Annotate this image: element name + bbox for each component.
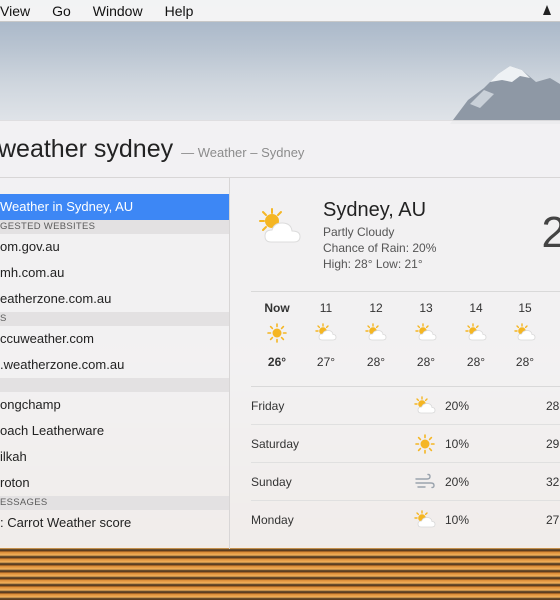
search-bar[interactable]: weather sydney — Weather – Sydney — [0, 121, 560, 178]
day-high-temp: 27 — [546, 513, 560, 527]
hour-label: 14 — [469, 301, 483, 315]
daily-row: Friday 20% 28 — [251, 387, 560, 425]
hour-label: 11 — [319, 301, 333, 315]
hour-temp: 27° — [316, 355, 336, 369]
day-rain-chance: 10% — [445, 437, 470, 451]
condition-text: Partly Cloudy — [323, 225, 395, 239]
chance-of-rain: Chance of Rain: 20% — [323, 241, 437, 255]
hour-label: 12 — [369, 301, 383, 315]
menu-window[interactable]: Window — [82, 0, 154, 22]
partly-cloudy-icon — [415, 323, 437, 341]
result-item[interactable]: : Carrot Weather score — [0, 510, 229, 536]
weather-preview: Sydney, AU Partly Cloudy Chance of Rain:… — [231, 178, 560, 549]
day-high-temp: 32 — [546, 475, 560, 489]
hour-label: 15 — [518, 301, 532, 315]
hourly-column: 14 28° — [456, 292, 496, 369]
hour-label: 13 — [419, 301, 433, 315]
spotlight-window: weather sydney — Weather – Sydney Weathe… — [0, 120, 560, 549]
hour-label: Now — [264, 301, 290, 315]
menu-help[interactable]: Help — [154, 0, 205, 22]
search-completion-hint: — Weather – Sydney — [181, 145, 305, 160]
menu-extra-icon[interactable] — [542, 4, 552, 16]
daily-forecast: Friday 20% 28 Saturday 10% 29 Sunday 20%… — [251, 387, 560, 539]
partly-cloudy-icon — [315, 323, 337, 341]
sun-icon — [415, 434, 435, 454]
partly-cloudy-icon — [259, 208, 301, 243]
daily-row: Sunday 20% 32 — [251, 463, 560, 501]
result-item[interactable]: om.gov.au — [0, 234, 229, 260]
day-name: Sunday — [251, 475, 292, 489]
result-item[interactable]: eatherzone.com.au — [0, 286, 229, 312]
results-list: Weather in Sydney, AU GESTED WEBSITES om… — [0, 178, 230, 549]
hourly-column: Now 26° — [257, 292, 297, 369]
windy-icon — [415, 473, 435, 489]
partly-cloudy-icon — [465, 323, 487, 341]
result-item[interactable]: ccuweather.com — [0, 326, 229, 352]
section-header-bookmarks: S — [0, 312, 229, 326]
day-name: Monday — [251, 513, 294, 527]
section-header-messages: ESSAGES — [0, 496, 229, 510]
hourly-column: 11 27° — [306, 292, 346, 369]
partly-cloudy-icon — [414, 510, 436, 528]
hourly-column: 12 28° — [356, 292, 396, 369]
current-temperature: 2 — [541, 208, 560, 257]
menu-bar: View Go Window Help — [0, 0, 560, 22]
result-item[interactable]: roton — [0, 470, 229, 496]
high-low: High: 28° Low: 21° — [323, 257, 423, 271]
lake-reflection — [0, 545, 560, 600]
menu-view[interactable]: View — [0, 0, 41, 22]
daily-row: Saturday 10% 29 — [251, 425, 560, 463]
result-item[interactable]: .weatherzone.com.au — [0, 352, 229, 378]
day-name: Friday — [251, 399, 285, 413]
hour-temp: 26° — [267, 355, 287, 369]
mountain-image — [450, 66, 560, 124]
top-hit-result[interactable]: Weather in Sydney, AU — [0, 194, 229, 220]
menu-go[interactable]: Go — [41, 0, 82, 22]
daily-row: Monday 10% 27 — [251, 501, 560, 539]
partly-cloudy-icon — [365, 323, 387, 341]
partly-cloudy-icon — [514, 323, 536, 341]
search-input[interactable]: weather sydney — [0, 135, 173, 164]
sun-icon — [267, 323, 287, 343]
hour-temp: 28° — [515, 355, 535, 369]
city-name: Sydney, AU — [323, 199, 427, 221]
section-header-websites: GESTED WEBSITES — [0, 220, 229, 234]
day-high-temp: 29 — [546, 437, 560, 451]
hour-temp: 28° — [416, 355, 436, 369]
day-high-temp: 28 — [546, 399, 560, 413]
day-rain-chance: 10% — [445, 513, 470, 527]
result-item[interactable]: ilkah — [0, 444, 229, 470]
partly-cloudy-icon — [414, 396, 436, 414]
result-item[interactable]: oach Leatherware — [0, 418, 229, 444]
hour-temp: 28° — [366, 355, 386, 369]
section-header-unlabeled — [0, 378, 229, 392]
day-name: Saturday — [251, 437, 300, 451]
hour-temp: 28° — [466, 355, 486, 369]
result-item[interactable]: mh.com.au — [0, 260, 229, 286]
day-rain-chance: 20% — [445, 399, 470, 413]
hourly-column: 15 28° — [505, 292, 545, 369]
hourly-forecast: Now 26° 11 27° 12 28° 13 28° 14 28° 15 2… — [251, 291, 560, 387]
hourly-column: 13 28° — [406, 292, 446, 369]
result-item[interactable]: ongchamp — [0, 392, 229, 418]
day-rain-chance: 20% — [445, 475, 470, 489]
